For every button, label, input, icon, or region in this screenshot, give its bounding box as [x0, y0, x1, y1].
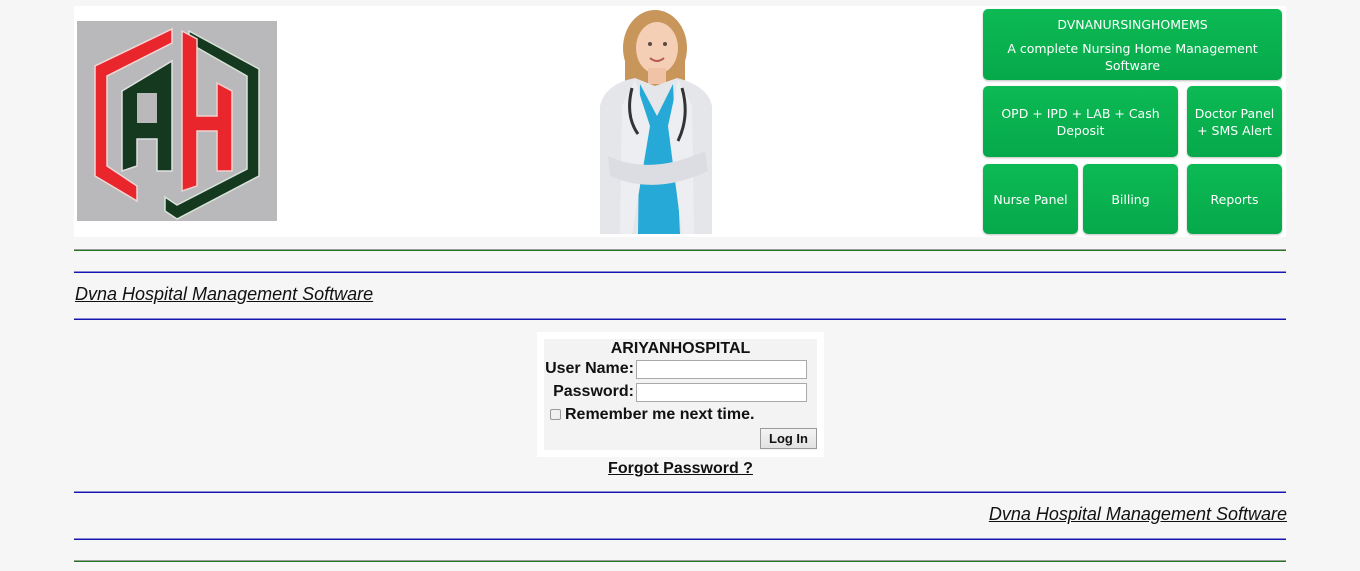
tile-nurse-label: Nurse Panel	[993, 191, 1068, 207]
feature-tiles: DVNANURSINGHOMEMS A complete Nursing Hom…	[982, 9, 1284, 237]
username-input[interactable]	[636, 360, 807, 379]
tile-doctor-panel[interactable]: Doctor Panel + SMS Alert	[1187, 86, 1282, 157]
tile-doctor-label: Doctor Panel + SMS Alert	[1194, 105, 1275, 138]
tile-billing-label: Billing	[1111, 191, 1150, 207]
divider-green-top	[74, 249, 1286, 251]
login-button[interactable]: Log In	[760, 428, 817, 449]
app-title-link-top[interactable]: Dvna Hospital Management Software	[75, 284, 373, 305]
tile-billing[interactable]: Billing	[1083, 164, 1178, 234]
divider-blue-4	[74, 538, 1286, 540]
hospital-name: ARIYANHOSPITAL	[610, 340, 751, 357]
forgot-password-link[interactable]: Forgot Password ?	[537, 460, 824, 478]
hospital-logo	[77, 21, 277, 221]
divider-blue-1	[74, 271, 1286, 273]
tile-product[interactable]: DVNANURSINGHOMEMS A complete Nursing Hom…	[983, 9, 1282, 80]
nurse-photo	[580, 6, 730, 234]
tile-opd-ipd-lab[interactable]: OPD + IPD + LAB + Cash Deposit	[983, 86, 1178, 157]
divider-green-bottom	[74, 560, 1286, 562]
header-banner: DVNANURSINGHOMEMS A complete Nursing Hom…	[74, 6, 1286, 237]
remember-me-label[interactable]: Remember me next time.	[565, 406, 754, 424]
ah-logo-icon	[77, 21, 277, 221]
product-name: DVNANURSINGHOMEMS	[1057, 16, 1208, 32]
tile-opd-label: OPD + IPD + LAB + Cash Deposit	[1001, 105, 1160, 138]
remember-me-checkbox[interactable]	[550, 409, 561, 420]
nurse-image	[580, 6, 730, 234]
tile-reports[interactable]: Reports	[1187, 164, 1282, 234]
login-form: ARIYANHOSPITAL User Name: Password: Reme…	[544, 339, 817, 450]
tile-nurse-panel[interactable]: Nurse Panel	[983, 164, 1078, 234]
app-title-link-bottom[interactable]: Dvna Hospital Management Software	[989, 504, 1287, 525]
password-label: Password:	[553, 383, 634, 400]
tile-reports-label: Reports	[1210, 191, 1259, 207]
divider-blue-3	[74, 491, 1286, 493]
product-tagline: A complete Nursing Home Management Softw…	[1007, 40, 1258, 73]
divider-blue-2	[74, 318, 1286, 320]
username-label: User Name:	[545, 360, 634, 377]
password-input[interactable]	[636, 383, 807, 402]
login-panel: ARIYANHOSPITAL User Name: Password: Reme…	[537, 332, 824, 457]
